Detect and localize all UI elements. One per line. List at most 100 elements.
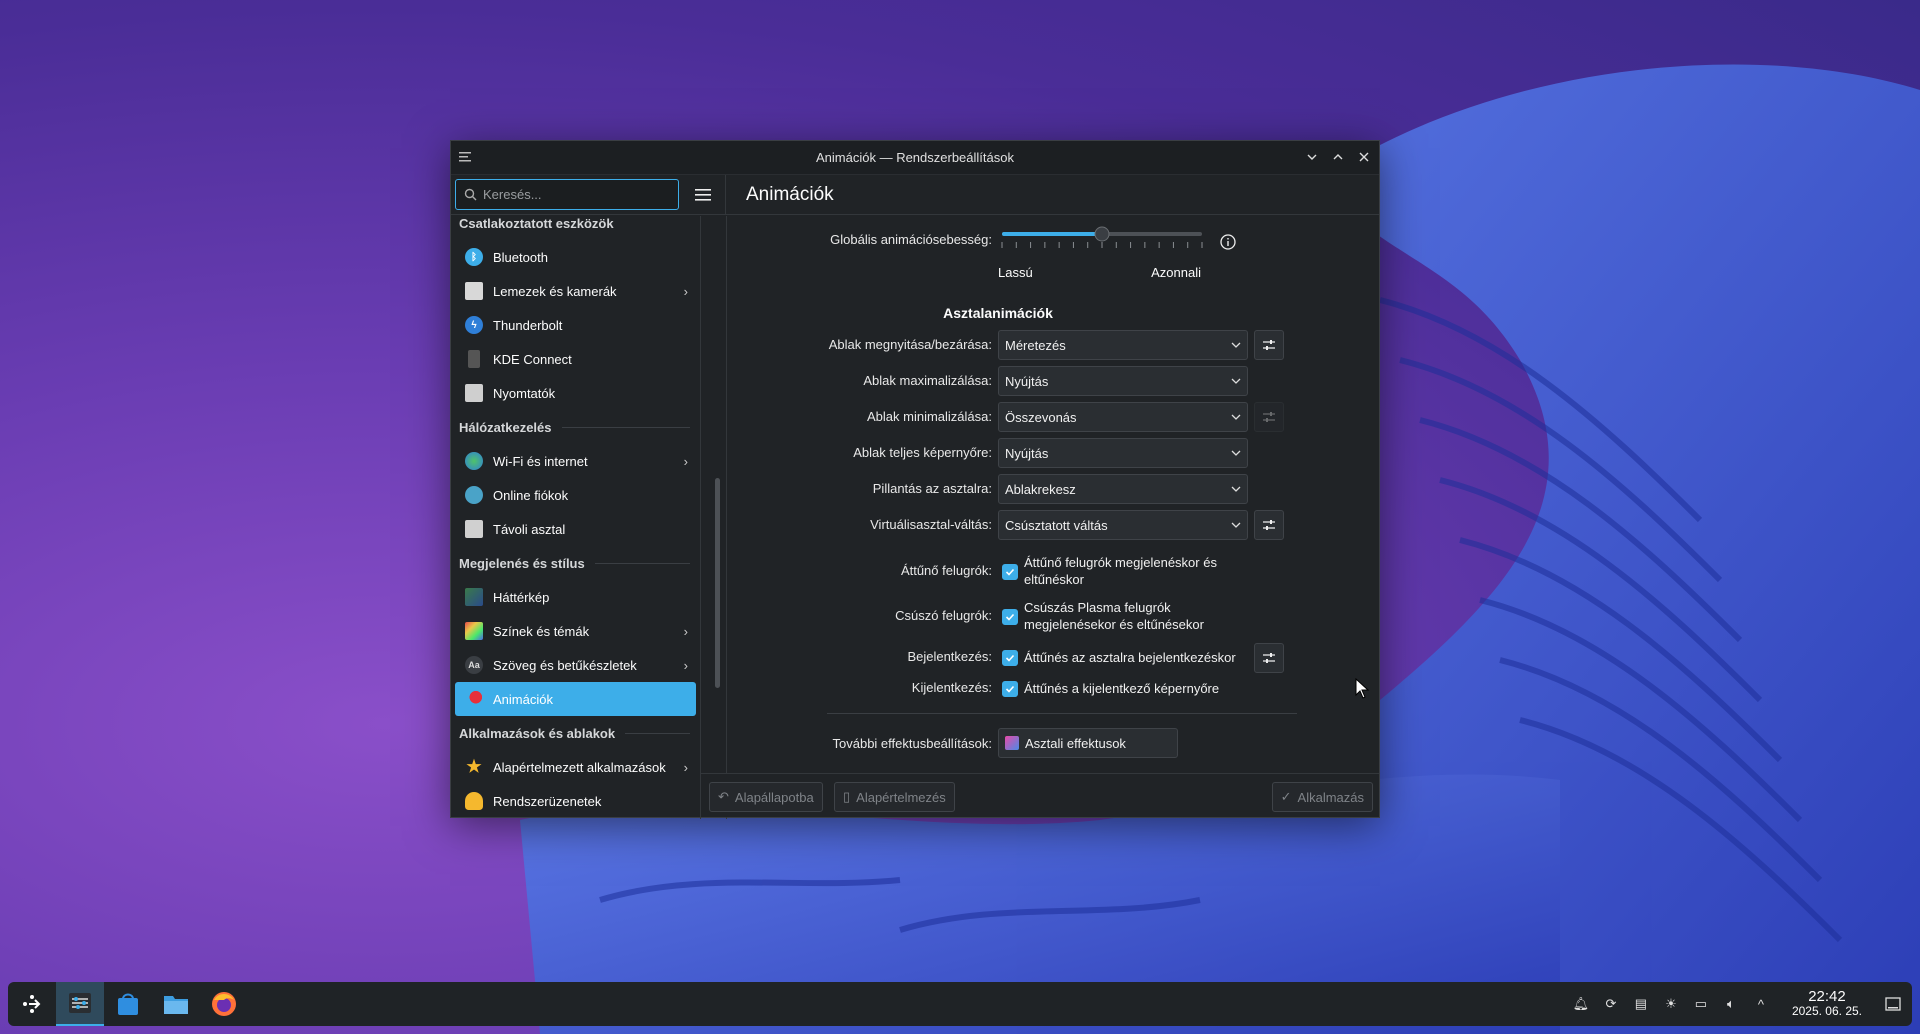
sidebar-item-wallpaper[interactable]: Háttérkép: [455, 580, 696, 614]
taskbar-firefox[interactable]: [200, 982, 248, 1026]
volume-icon[interactable]: 🔈︎: [1722, 995, 1740, 1013]
check-label: Csúszó felugrók:: [895, 608, 992, 623]
maximize-combo[interactable]: Nyújtás: [998, 366, 1248, 396]
fullscreen-combo[interactable]: Nyújtás: [998, 438, 1248, 468]
settings-window: Animációk — Rendszerbeállítások Animáció…: [450, 140, 1380, 819]
defaults-button[interactable]: ▯ Alapértelmezés: [834, 782, 955, 812]
clipboard-icon[interactable]: ▤: [1632, 995, 1650, 1013]
title-bar[interactable]: Animációk — Rendszerbeállítások: [451, 141, 1379, 175]
maximize-button[interactable]: [1329, 148, 1347, 166]
chevron-down-icon: [1231, 450, 1241, 456]
logout-fade-checkbox[interactable]: [1002, 681, 1018, 697]
sidebar-item-kde-connect[interactable]: KDE Connect: [455, 342, 696, 376]
slow-label: Lassú: [998, 265, 1033, 280]
app-launcher-button[interactable]: [8, 982, 56, 1026]
sidebar-item-bluetooth[interactable]: ᛒ Bluetooth: [455, 240, 696, 274]
button-label: Alapállapotba: [734, 789, 814, 805]
check-icon: ✓: [1280, 789, 1292, 804]
slide-popups-checkbox[interactable]: [1002, 609, 1018, 625]
sidebar-item-disks[interactable]: Lemezek és kamerák ›: [455, 274, 696, 308]
colors-icon: [465, 622, 483, 640]
sidebar-item-default-apps[interactable]: ★ Alapértelmezett alkalmazások ›: [455, 750, 696, 784]
section-appearance: Megjelenés és stílus: [451, 546, 700, 580]
header-bar: Animációk: [451, 174, 1379, 215]
store-bag-icon: [118, 993, 138, 1015]
slide-popups-text: Csúszás Plasma felugrók megjelenésekor és…: [1024, 599, 1204, 633]
window-title: Animációk — Rendszerbeállítások: [816, 150, 1014, 165]
star-icon: ★: [466, 757, 482, 776]
button-label: Alapértelmezés: [856, 789, 946, 805]
slider-fill: [1002, 232, 1102, 236]
chevron-right-icon: ›: [683, 760, 688, 775]
sidebar-item-remote-desktop[interactable]: Távoli asztal: [455, 512, 696, 546]
chevron-right-icon: ›: [683, 658, 688, 673]
sidebar-item-label: Thunderbolt: [493, 317, 563, 333]
peek-desktop-combo[interactable]: Ablakrekesz: [998, 474, 1248, 504]
sidebar-item-printers[interactable]: Nyomtatók: [455, 376, 696, 410]
network-icon[interactable]: ▭: [1692, 995, 1710, 1013]
search-icon: [464, 188, 477, 201]
section-title: Csatlakoztatott eszközök: [459, 216, 614, 231]
button-label: Asztali effektusok: [1025, 735, 1126, 751]
taskbar-system-settings[interactable]: [56, 982, 104, 1026]
clock[interactable]: 22:42 2025. 06. 25.: [1792, 989, 1862, 1019]
system-tray: 🔔︎ ⟳ ▤ ☀ ▭ 🔈︎ ^ 22:42 2025. 06. 25.: [1572, 982, 1912, 1026]
check-label: Bejelentkezés:: [907, 649, 992, 664]
taskbar-file-manager[interactable]: [152, 982, 200, 1026]
sidebar-item-label: Wi-Fi és internet: [493, 453, 588, 469]
sidebar-item-colors[interactable]: Színek és témák ›: [455, 614, 696, 648]
window-menu-icon[interactable]: [457, 149, 473, 165]
login-fade-checkbox[interactable]: [1002, 650, 1018, 666]
animations-settings: Globális animációsebesség: Lassú Azonnal…: [728, 216, 1379, 776]
sidebar-item-fonts[interactable]: Aa Szöveg és betűkészletek ›: [455, 648, 696, 682]
sidebar-item-online-accounts[interactable]: Online fiókok: [455, 478, 696, 512]
open-close-combo[interactable]: Méretezés: [998, 330, 1248, 360]
desktop-switch-config-button[interactable]: [1254, 510, 1284, 540]
search-input[interactable]: [483, 187, 663, 202]
sidebar-item-thunderbolt[interactable]: ϟ Thunderbolt: [455, 308, 696, 342]
sidebar-item-label: Bluetooth: [493, 249, 548, 265]
slider-handle[interactable]: [1094, 226, 1110, 242]
check-text-line: eltűnéskor: [1024, 572, 1084, 587]
hamburger-icon: [695, 188, 711, 201]
info-icon[interactable]: [1220, 234, 1236, 250]
updates-icon[interactable]: ⟳: [1602, 995, 1620, 1013]
minimize-config-button[interactable]: [1254, 402, 1284, 432]
bluetooth-icon: ᛒ: [465, 248, 483, 266]
apply-button[interactable]: ✓ Alkalmazás: [1271, 782, 1373, 812]
brightness-icon[interactable]: ☀: [1662, 995, 1680, 1013]
notifications-icon[interactable]: 🔔︎: [1572, 995, 1590, 1013]
animation-speed-slider[interactable]: [998, 226, 1208, 258]
sidebar-item-notifications[interactable]: Rendszerüzenetek: [455, 784, 696, 818]
minimize-combo[interactable]: Összevonás: [998, 402, 1248, 432]
sidebar-item-wifi[interactable]: Wi-Fi és internet ›: [455, 444, 696, 478]
login-config-button[interactable]: [1254, 643, 1284, 673]
sidebar-item-label: Háttérkép: [493, 589, 550, 605]
check-text-line: Csúszás Plasma felugrók: [1024, 600, 1171, 615]
minimize-button[interactable]: [1303, 148, 1321, 166]
chevron-down-icon: [1231, 342, 1241, 348]
document-icon: ▯: [843, 789, 851, 804]
checkmark-icon: [1005, 568, 1015, 576]
header-divider: [725, 174, 726, 215]
phone-icon: [468, 350, 480, 368]
desktop-switch-combo[interactable]: Csúsztatott váltás: [998, 510, 1248, 540]
sidebar-scrollbar[interactable]: [707, 216, 727, 819]
scroll-thumb[interactable]: [715, 478, 720, 688]
fade-popups-text: Áttűnő felugrók megjelenéskor és eltűnésk…: [1024, 554, 1217, 588]
taskbar-discover[interactable]: [104, 982, 152, 1026]
open-close-config-button[interactable]: [1254, 330, 1284, 360]
desktop-effects-button[interactable]: Asztali effektusok: [998, 728, 1178, 758]
sidebar-item-animations[interactable]: Animációk: [455, 682, 696, 716]
hamburger-menu-button[interactable]: [687, 179, 719, 211]
reset-button[interactable]: ↶ Alapállapotba: [709, 782, 823, 812]
speed-label: Globális animációsebesség:: [830, 232, 992, 247]
show-desktop-icon[interactable]: [1884, 995, 1902, 1013]
tray-expand-icon[interactable]: ^: [1752, 995, 1770, 1013]
search-box[interactable]: [455, 179, 679, 210]
more-effects-label: További effektusbeállítások:: [832, 736, 992, 751]
folder-icon: [164, 996, 188, 1014]
close-button[interactable]: [1355, 148, 1373, 166]
accounts-icon: [465, 486, 483, 504]
fade-popups-checkbox[interactable]: [1002, 564, 1018, 580]
